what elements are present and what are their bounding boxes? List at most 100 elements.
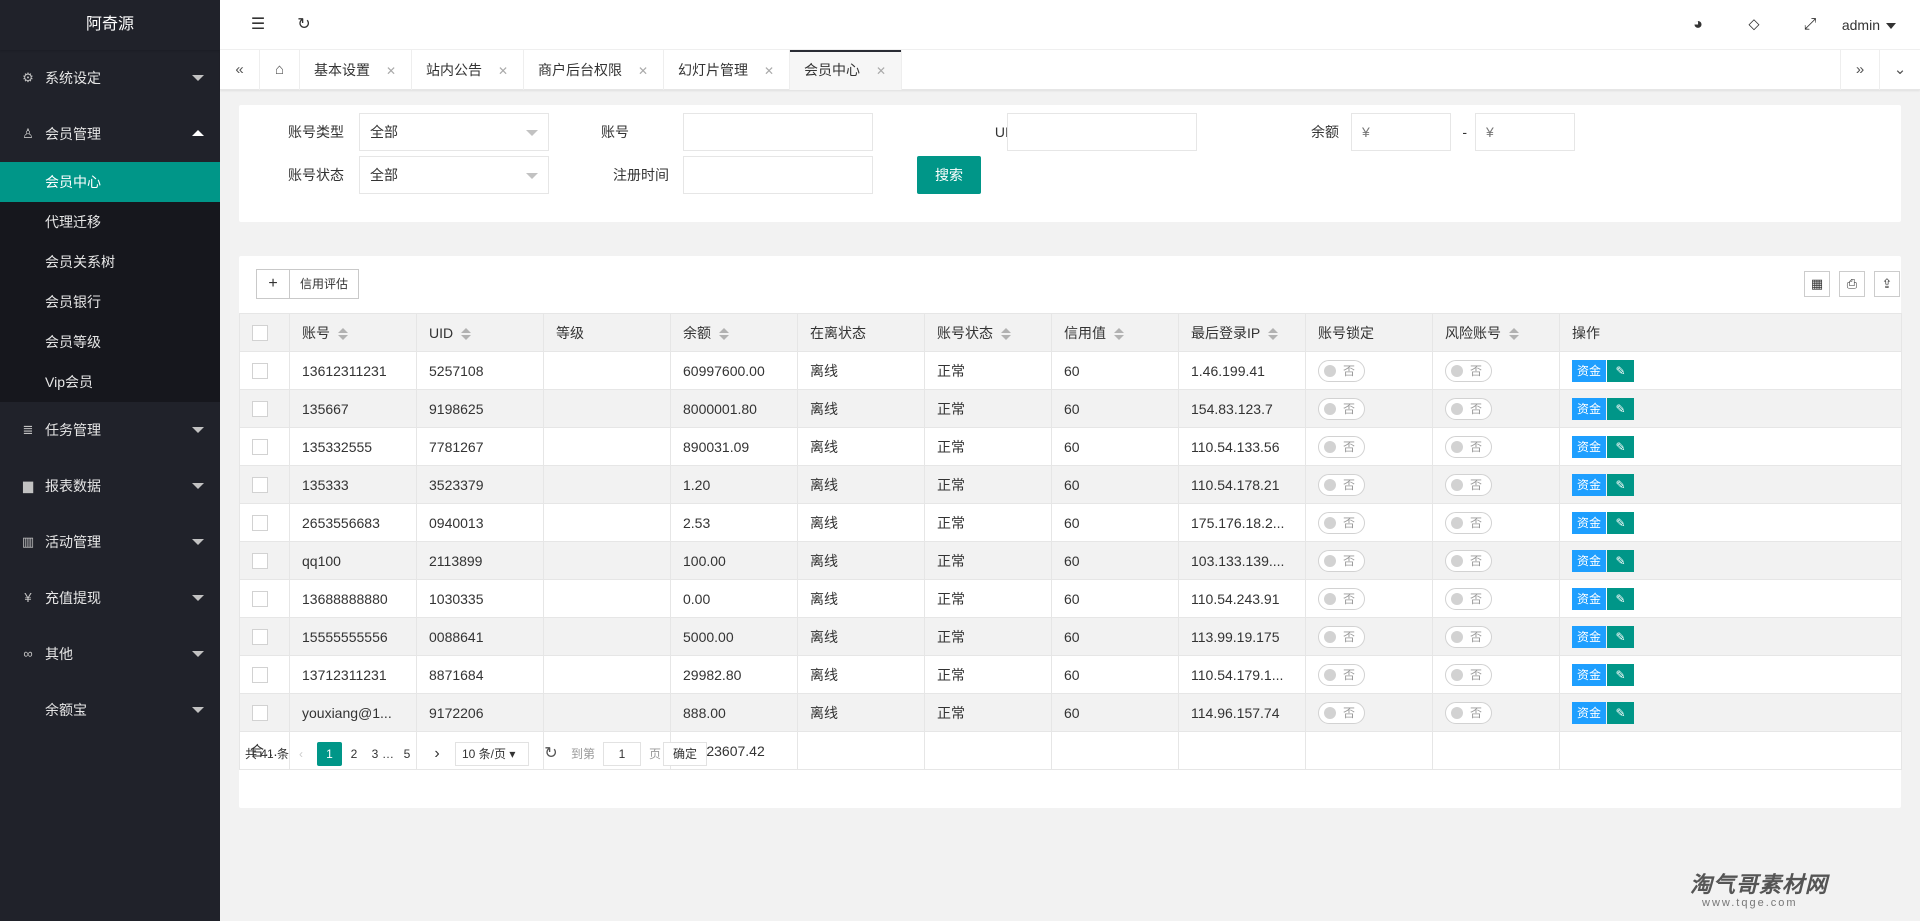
goto-confirm-button[interactable]: 确定 (663, 742, 707, 766)
table-row[interactable]: 135333 3523379 1.20 离线 正常 60 110.54.178.21 否 否 资金… (239, 465, 1902, 504)
tag-icon[interactable]: ⬦ (1734, 0, 1774, 50)
tab-merchant-permissions[interactable]: 商户后台权限 ✕ (524, 50, 664, 90)
user-menu[interactable]: admin (1842, 0, 1896, 50)
page-5[interactable]: 5 (399, 742, 415, 766)
row-checkbox[interactable] (252, 629, 268, 646)
add-button[interactable]: + (256, 269, 290, 299)
lock-toggle[interactable]: 否 (1318, 549, 1365, 572)
table-row[interactable]: 2653556683 0940013 2.53 离线 正常 60 175.176.18.2.… (239, 503, 1902, 542)
theme-icon[interactable]: ◕ (1678, 0, 1718, 50)
sort-icon[interactable] (1268, 327, 1279, 340)
funds-button[interactable]: 资金 (1572, 511, 1607, 534)
page-2[interactable]: 2 (345, 742, 363, 766)
funds-button[interactable]: 资金 (1572, 701, 1607, 724)
nav-member-management[interactable]: ♙ 会员管理 (0, 106, 220, 162)
tabs-prev-icon[interactable]: « (220, 50, 260, 90)
funds-button[interactable]: 资金 (1572, 625, 1607, 648)
funds-button[interactable]: 资金 (1572, 549, 1607, 572)
print-icon[interactable]: ⎙ (1839, 271, 1865, 297)
risk-toggle[interactable]: 否 (1445, 359, 1492, 382)
risk-toggle[interactable]: 否 (1445, 397, 1492, 420)
sidebar-item-vip[interactable]: Vip会员 (0, 362, 220, 402)
funds-button[interactable]: 资金 (1572, 587, 1607, 610)
sidebar-item-relation-tree[interactable]: 会员关系树 (0, 242, 220, 282)
table-row[interactable]: 13712311231 8871684 29982.80 离线 正常 60 110.54.1… (239, 655, 1902, 694)
export-icon[interactable]: ⇪ (1874, 271, 1900, 297)
row-checkbox[interactable] (252, 477, 268, 494)
funds-button[interactable]: 资金 (1572, 397, 1607, 420)
sort-icon[interactable] (461, 327, 472, 340)
balance-min-input[interactable]: ¥ (1351, 113, 1451, 151)
table-row[interactable]: youxiang@1... 9172206 888.00 离线 正常 60 114.96.1… (239, 693, 1902, 732)
risk-toggle[interactable]: 否 (1445, 511, 1492, 534)
sort-icon[interactable] (1001, 327, 1011, 340)
nav-system-settings[interactable]: ⚙ 系统设定 (0, 50, 220, 106)
col-last-ip[interactable]: 最后登录IP (1178, 313, 1306, 352)
table-row[interactable]: 135332555 7781267 890031.09 离线 正常 60 110.54.13… (239, 427, 1902, 466)
edit-icon[interactable]: ✎ (1607, 511, 1635, 534)
goto-page-input[interactable]: 1 (603, 742, 641, 766)
row-checkbox[interactable] (252, 667, 268, 684)
col-account-status[interactable]: 账号状态 (924, 313, 1052, 352)
sort-icon[interactable] (338, 327, 348, 340)
edit-icon[interactable]: ✎ (1607, 435, 1635, 458)
risk-toggle[interactable]: 否 (1445, 435, 1492, 458)
lock-toggle[interactable]: 否 (1318, 359, 1365, 382)
prev-page-icon[interactable]: ‹ (291, 742, 311, 766)
refresh-icon[interactable]: ↻ (539, 742, 563, 766)
fullscreen-icon[interactable]: ⤢ (1790, 0, 1830, 50)
nav-yuebao[interactable]: 余额宝 (0, 682, 220, 738)
table-row[interactable]: 135667 9198625 8000001.80 离线 正常 60 154.83.123.… (239, 389, 1902, 428)
risk-toggle[interactable]: 否 (1445, 549, 1492, 572)
balance-max-input[interactable]: ¥ (1475, 113, 1575, 151)
row-checkbox[interactable] (252, 591, 268, 608)
tabs-next-icon[interactable]: » (1840, 50, 1880, 90)
col-uid[interactable]: UID (416, 313, 544, 352)
edit-icon[interactable]: ✎ (1607, 359, 1635, 382)
page-size-select[interactable]: 10 条/页 ▾ (455, 742, 529, 766)
tabs-menu-icon[interactable]: ⌄ (1880, 50, 1920, 90)
risk-toggle[interactable]: 否 (1445, 587, 1492, 610)
edit-icon[interactable]: ✎ (1607, 473, 1635, 496)
edit-icon[interactable]: ✎ (1607, 625, 1635, 648)
nav-recharge-withdraw[interactable]: ¥ 充值提现 (0, 570, 220, 626)
lock-toggle[interactable]: 否 (1318, 473, 1365, 496)
sidebar-item-member-bank[interactable]: 会员银行 (0, 282, 220, 322)
close-icon[interactable]: ✕ (498, 64, 508, 78)
nav-task-management[interactable]: ≣ 任务管理 (0, 402, 220, 458)
col-risk[interactable]: 风险账号 (1432, 313, 1560, 352)
close-icon[interactable]: ✕ (638, 64, 648, 78)
lock-toggle[interactable]: 否 (1318, 397, 1365, 420)
edit-icon[interactable]: ✎ (1607, 701, 1635, 724)
account-input[interactable] (683, 113, 873, 151)
risk-toggle[interactable]: 否 (1445, 663, 1492, 686)
row-checkbox[interactable] (252, 515, 268, 532)
close-icon[interactable]: ✕ (876, 64, 886, 78)
sort-icon[interactable] (719, 327, 729, 340)
select-all-checkbox[interactable] (252, 325, 268, 342)
next-page-icon[interactable]: › (427, 742, 447, 766)
close-icon[interactable]: ✕ (386, 64, 396, 78)
edit-icon[interactable]: ✎ (1607, 397, 1635, 420)
lock-toggle[interactable]: 否 (1318, 511, 1365, 534)
funds-button[interactable]: 资金 (1572, 663, 1607, 686)
menu-collapse-icon[interactable]: ☰ (238, 0, 278, 50)
row-checkbox[interactable] (252, 401, 268, 418)
edit-icon[interactable]: ✎ (1607, 587, 1635, 610)
col-credit[interactable]: 信用值 (1051, 313, 1179, 352)
lock-toggle[interactable]: 否 (1318, 663, 1365, 686)
lock-toggle[interactable]: 否 (1318, 625, 1365, 648)
tab-slides[interactable]: 幻灯片管理 ✕ (664, 50, 790, 90)
nav-report-data[interactable]: ▆ 报表数据 (0, 458, 220, 514)
row-checkbox[interactable] (252, 553, 268, 570)
refresh-icon[interactable]: ↻ (284, 0, 324, 50)
edit-icon[interactable]: ✎ (1607, 663, 1635, 686)
lock-toggle[interactable]: 否 (1318, 435, 1365, 458)
table-row[interactable]: 15555555556 0088641 5000.00 离线 正常 60 113.99.19… (239, 617, 1902, 656)
row-checkbox[interactable] (252, 705, 268, 722)
credit-eval-button[interactable]: 信用评估 (289, 269, 359, 299)
sidebar-item-agent-migration[interactable]: 代理迁移 (0, 202, 220, 242)
columns-icon[interactable]: ▦ (1804, 271, 1830, 297)
col-account[interactable]: 账号 (289, 313, 417, 352)
sidebar-item-member-level[interactable]: 会员等级 (0, 322, 220, 362)
